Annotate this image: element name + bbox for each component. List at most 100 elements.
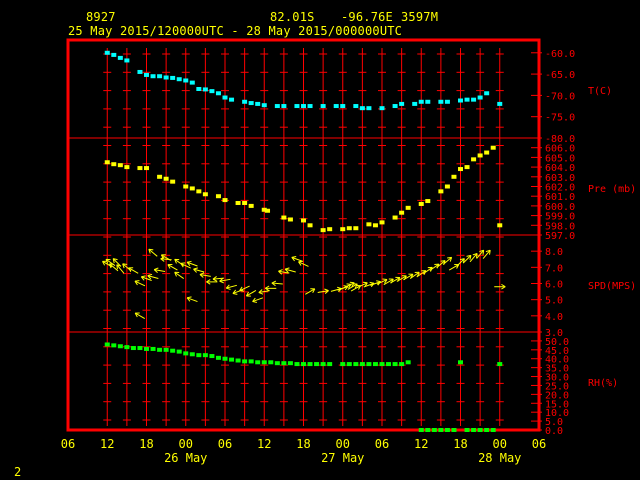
wind-arrow-head [122, 263, 128, 265]
pres-point [366, 222, 372, 227]
rh-point [111, 343, 117, 348]
x-tick-label: 06 [218, 437, 232, 451]
wind-arrow-head [482, 250, 485, 255]
rh-point [196, 353, 202, 358]
wind-arrow [153, 267, 166, 273]
x-tick-label: 06 [61, 437, 75, 451]
rh-point [497, 362, 503, 367]
pres-point [183, 184, 189, 189]
temp-point [229, 97, 235, 102]
temp-point [444, 99, 450, 104]
rh-point [379, 362, 385, 367]
temp-point [340, 104, 346, 109]
rh-point [150, 346, 156, 351]
rh-point [425, 428, 431, 432]
wind-arrow-head [376, 280, 381, 283]
temp-point [471, 97, 477, 102]
rh-point [242, 359, 248, 364]
date-label: 27 May [321, 451, 364, 465]
temp-point [353, 104, 359, 109]
pres-point [379, 220, 385, 225]
pres-point [163, 176, 169, 181]
wind-arrow-head [278, 269, 283, 272]
x-tick-label: 00 [336, 437, 350, 451]
x-tick-label: 00 [493, 437, 507, 451]
wind-arrow-head [258, 292, 264, 295]
y-tick-label: -70.0 [545, 91, 575, 102]
temp-point [412, 101, 418, 106]
wind-arrow [186, 260, 198, 267]
temp-point [307, 104, 313, 109]
date-label: 28 May [478, 451, 521, 465]
rh-point [484, 428, 490, 432]
pres-point [484, 150, 490, 155]
rh-point [157, 347, 163, 352]
y-tick-label: -65.0 [545, 70, 575, 81]
wind-arrow-head [153, 267, 159, 271]
pres-point [117, 163, 123, 168]
wind-arrow [128, 267, 139, 274]
wind-arrow-head [109, 263, 115, 265]
temp-point [392, 104, 398, 109]
rh-point [405, 360, 411, 365]
rh-point [294, 362, 300, 367]
pres-point [222, 198, 228, 203]
rh-point [451, 428, 457, 432]
temp-point [261, 103, 267, 108]
pres-point [144, 166, 149, 171]
wind-arrow [134, 312, 145, 320]
temp-point [477, 95, 483, 100]
temp-point [248, 101, 254, 106]
pres-point [327, 227, 333, 232]
wind-arrow [252, 297, 264, 303]
wind-arrow [193, 267, 205, 273]
pres-point [248, 203, 254, 208]
temp-point [458, 98, 463, 103]
pres-point [458, 167, 463, 172]
pres-point [215, 194, 221, 199]
rh-point [444, 428, 450, 432]
wind-arrow-head [284, 267, 290, 270]
temp-point [464, 97, 470, 102]
pres-point [340, 227, 346, 232]
wind-arrow-head [349, 281, 355, 284]
wind-arrow-head [187, 260, 192, 263]
pres-point [353, 226, 359, 231]
rh-point [359, 362, 365, 367]
wind-arrow-head [291, 255, 297, 258]
rh-point [353, 362, 359, 367]
rh-point [431, 428, 437, 432]
wind-arrow [291, 255, 303, 262]
x-tick-label: 18 [139, 437, 153, 451]
temp-point [176, 77, 182, 82]
pres-point [477, 153, 483, 158]
pres-point [320, 228, 326, 233]
meteogram-chart: -60.0-65.0-70.0-75.0-80.0T(C)606.0605.06… [61, 38, 636, 465]
pres-point [392, 215, 398, 220]
pres-point [471, 157, 477, 162]
rh-point [490, 428, 496, 432]
rh-point [392, 362, 398, 367]
rh-point [366, 362, 372, 367]
temp-point [484, 91, 490, 96]
rh-point [307, 362, 313, 367]
pres-point [189, 186, 195, 191]
wind-arrow [469, 252, 478, 263]
y-tick-label: 0.0 [545, 426, 563, 437]
rh-point [248, 359, 254, 364]
rh-point [170, 348, 176, 353]
temp-point [170, 75, 176, 80]
temp-point [215, 91, 221, 96]
wind-arrow-head [219, 280, 224, 284]
date-label: 26 May [164, 451, 207, 465]
rh-point [268, 360, 274, 365]
pres-point [242, 200, 248, 205]
x-tick-label: 18 [453, 437, 467, 451]
temp-point [438, 99, 444, 104]
temp-point [222, 95, 228, 100]
pres-point [124, 165, 130, 170]
wind-arrow-head [226, 287, 231, 290]
pres-point [301, 218, 306, 223]
rh-point [261, 360, 267, 365]
x-tick-label: 12 [414, 437, 428, 451]
